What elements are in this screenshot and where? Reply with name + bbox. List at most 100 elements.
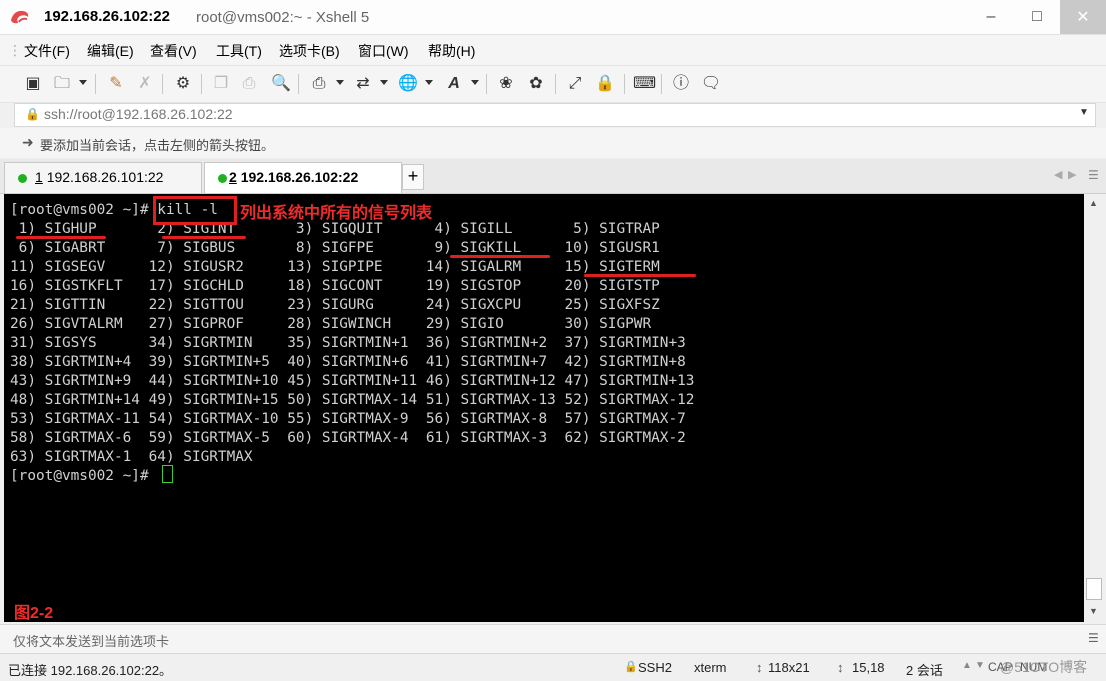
globe-icon[interactable]: 🌐 (397, 73, 419, 95)
terminal-line: 16) SIGSTKFLT 17) SIGCHLD 18) SIGCONT 19… (10, 278, 660, 294)
underline-sigint (162, 236, 246, 239)
transfer-dropdown-icon[interactable] (380, 80, 388, 85)
terminal-line: 21) SIGTTIN 22) SIGTTOU 23) SIGURG 24) S… (10, 297, 660, 313)
add-session-arrow-icon[interactable]: ➜ (22, 134, 34, 151)
terminal-line: 48) SIGRTMIN+14 49) SIGRTMIN+15 50) SIGR… (10, 392, 695, 408)
terminal-line: 31) SIGSYS 34) SIGRTMIN 35) SIGRTMIN+1 3… (10, 335, 686, 351)
disconnect-icon: ✗ (138, 75, 152, 92)
terminal[interactable]: [root@vms002 ~]# kill -l 1) SIGHUP 2) SI… (4, 194, 1084, 622)
menu-view[interactable]: 查看(V) (150, 41, 197, 61)
print-dropdown-icon[interactable] (336, 80, 344, 85)
underline-sighup (16, 236, 106, 239)
menu-tabs[interactable]: 选项卡(B) (279, 41, 340, 61)
window-title-host: 192.168.26.102:22 (44, 8, 170, 25)
font-icon[interactable]: A (443, 73, 465, 95)
tab-session-1[interactable]: 1 192.168.26.101:22 (4, 162, 202, 193)
terminal-line: 38) SIGRTMIN+4 39) SIGRTMIN+5 40) SIGRTM… (10, 354, 686, 370)
tab-menu-icon[interactable]: ☰ (1088, 168, 1099, 182)
minimize-button[interactable]: – (968, 0, 1014, 34)
maximize-button[interactable]: □ (1014, 0, 1060, 34)
terminal-line: 43) SIGRTMIN+9 44) SIGRTMIN+10 45) SIGRT… (10, 373, 695, 389)
menu-edit[interactable]: 编辑(E) (87, 41, 134, 61)
figure-label: 图2-2 (14, 605, 54, 622)
annotation-text: 列出系统中所有的信号列表 (240, 203, 433, 222)
open-dropdown-icon[interactable] (79, 80, 87, 85)
address-bar[interactable]: 🔒 ssh://root@192.168.26.102:22 ▼ (14, 103, 1096, 127)
terminal-line: 6) SIGABRT 7) SIGBUS 8) SIGFPE 9) SIGKIL… (10, 240, 660, 256)
connected-dot-icon (18, 174, 27, 183)
paste-icon: ⎙ (242, 75, 256, 92)
tab-label: 192.168.26.101:22 (46, 169, 164, 185)
ssh-lock-icon: 🔒 (624, 661, 638, 673)
terminal-line: 53) SIGRTMAX-11 54) SIGRTMAX-10 55) SIGR… (10, 411, 686, 427)
toolbar: ▣ 🗀 ✎ ✗ ⚙ ❐ ⎙ 🔍 ⎙ ⇄ 🌐 A ❀ ✿ ⤢ 🔒 ⌨ ⓘ 🗨 (0, 65, 1106, 103)
connected-dot-icon (218, 174, 227, 183)
tab-number: 2 (229, 169, 237, 185)
compose-bar[interactable]: 仅将文本发送到当前选项卡 ☰ (0, 624, 1106, 653)
tab-session-2[interactable]: 2 192.168.26.102:22 (204, 162, 402, 193)
tab-strip: 1 192.168.26.101:22 2 192.168.26.102:22 … (0, 159, 1106, 194)
compose-menu-icon[interactable]: ☰ (1088, 631, 1099, 645)
properties-icon[interactable]: ⚙ (172, 73, 194, 95)
xftp-icon[interactable]: ❀ (495, 73, 517, 95)
window-title: root@vms002:~ - Xshell 5 (196, 9, 370, 26)
status-bar: 已连接 192.168.26.102:22。 🔒 SSH2 xterm ↕ 11… (0, 653, 1106, 681)
open-folder-icon[interactable]: 🗀 (51, 73, 73, 95)
menu-bar: ⋮ 文件(F) 编辑(E) 查看(V) 工具(T) 选项卡(B) 窗口(W) 帮… (0, 35, 1106, 65)
tab-label: 192.168.26.102:22 (240, 169, 359, 185)
terminal-prompt-line: [root@vms002 ~]# (10, 468, 158, 484)
lock-small-icon: 🔒 (25, 107, 40, 121)
terminal-line: 58) SIGRTMAX-6 59) SIGRTMAX-5 60) SIGRTM… (10, 430, 686, 446)
new-tab-button[interactable]: + (402, 164, 424, 190)
size-icon: ↕ (756, 660, 763, 675)
address-dropdown-icon[interactable]: ▼ (1079, 107, 1089, 118)
address-input[interactable]: ssh://root@192.168.26.102:22 (44, 106, 233, 122)
underline-sigkill (450, 255, 550, 258)
terminal-line: 26) SIGVTALRM 27) SIGPROF 28) SIGWINCH 2… (10, 316, 652, 332)
tab-number: 1 (35, 169, 43, 185)
title-bar: 192.168.26.102:22 root@vms002:~ - Xshell… (0, 0, 1106, 35)
menu-window[interactable]: 窗口(W) (358, 41, 409, 61)
tab-scroll-left-icon[interactable]: ◀ (1054, 168, 1062, 181)
reconnect-icon[interactable]: ✎ (105, 73, 127, 95)
chat-icon[interactable]: 🗨 (700, 73, 722, 95)
up-arrow-icon[interactable]: ▲ (962, 660, 972, 671)
grip-icon: ⋮ (8, 42, 22, 58)
connection-status: 已连接 192.168.26.102:22。 (8, 663, 173, 678)
menu-file[interactable]: 文件(F) (24, 41, 70, 61)
help-icon[interactable]: ⓘ (670, 73, 692, 95)
xshell-logo-icon (11, 10, 29, 24)
session-hint-bar: ➜ 要添加当前会话，点击左侧的箭头按钮。 (0, 128, 1106, 158)
hint-text: 要添加当前会话，点击左侧的箭头按钮。 (40, 138, 275, 153)
underline-sigterm (584, 274, 696, 277)
fullscreen-icon[interactable]: ⤢ (564, 73, 586, 95)
tab-scroll-right-icon[interactable]: ▶ (1068, 168, 1076, 181)
font-dropdown-icon[interactable] (471, 80, 479, 85)
terminal-size-status: 118x21 (768, 660, 810, 675)
keyboard-icon[interactable]: ⌨ (633, 73, 656, 95)
watermark: @51CTO博客 (1000, 659, 1088, 675)
lock-icon[interactable]: 🔒 (594, 73, 616, 95)
scroll-thumb[interactable] (1086, 578, 1102, 600)
terminal-scrollbar[interactable]: ▲ ▼ (1084, 194, 1104, 622)
new-session-icon[interactable]: ▣ (22, 73, 44, 95)
transfer-icon[interactable]: ⇄ (352, 73, 374, 95)
close-button[interactable]: ✕ (1060, 0, 1106, 34)
compose-input[interactable]: 仅将文本发送到当前选项卡 (13, 631, 169, 650)
print-icon[interactable]: ⎙ (308, 73, 330, 95)
session-count-status: 2 会话 (906, 663, 943, 678)
copy-icon: ❐ (213, 75, 229, 92)
down-arrow-icon[interactable]: ▼ (975, 660, 985, 671)
globe-dropdown-icon[interactable] (425, 80, 433, 85)
find-icon[interactable]: 🔍 (270, 73, 292, 95)
xmanager-icon[interactable]: ✿ (525, 73, 547, 95)
scroll-up-icon[interactable]: ▲ (1089, 198, 1098, 208)
cursor-position-icon: ↕ (837, 660, 844, 675)
menu-help[interactable]: 帮助(H) (428, 41, 475, 61)
terminal-type-status: xterm (694, 660, 727, 675)
menu-tools[interactable]: 工具(T) (216, 41, 262, 61)
command-highlight-box (153, 196, 237, 225)
terminal-line: 63) SIGRTMAX-1 64) SIGRTMAX (10, 449, 253, 465)
terminal-line: 11) SIGSEGV 12) SIGUSR2 13) SIGPIPE 14) … (10, 259, 660, 275)
scroll-down-icon[interactable]: ▼ (1089, 606, 1098, 616)
